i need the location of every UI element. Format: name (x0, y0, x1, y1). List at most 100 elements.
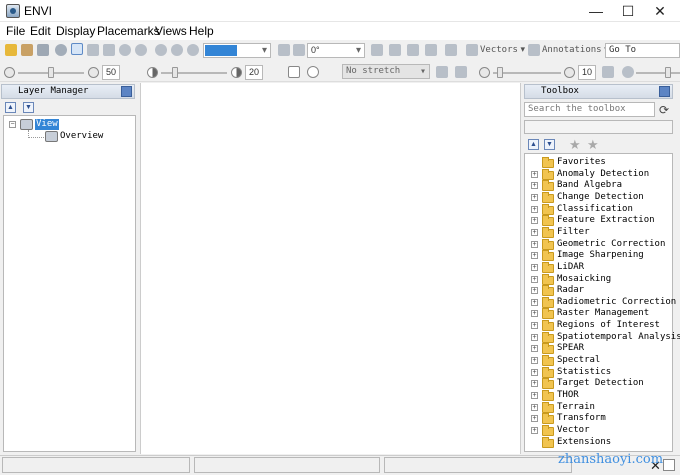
remove-favorite-star-icon[interactable]: ★ (587, 137, 599, 153)
log-window-icon[interactable] (663, 459, 675, 471)
toolbox-expand-toggle[interactable]: + (531, 298, 538, 306)
toolbox-expand-toggle[interactable]: + (531, 403, 538, 411)
menu-views[interactable]: Views (155, 24, 187, 38)
toolbox-item[interactable]: + Spatiotemporal Analysis (525, 331, 680, 343)
sharpen-slider-track[interactable] (493, 72, 561, 74)
fly-icon[interactable] (103, 44, 115, 56)
toolbox-item[interactable]: + Mosaicking (525, 273, 672, 285)
stretch-apply-icon[interactable] (436, 66, 448, 78)
refresh-icon[interactable]: ⟳ (659, 103, 669, 117)
toolbox-item[interactable]: + Transform (525, 413, 672, 425)
toolbox-item[interactable]: + LiDAR (525, 261, 672, 273)
contrast-slider-track[interactable] (161, 72, 227, 74)
toolbox-expand-toggle[interactable]: + (531, 345, 538, 353)
toolbox-item[interactable]: + Image Sharpening (525, 250, 672, 262)
stretch-dropdown[interactable]: No stretch (342, 64, 430, 79)
flicker-icon[interactable] (425, 44, 437, 56)
contrast-value[interactable]: 20 (245, 65, 263, 80)
toolbox-expand-toggle[interactable]: + (531, 217, 538, 225)
zoom-icon[interactable] (135, 44, 147, 56)
portal-icon[interactable] (445, 44, 457, 56)
flip-icon[interactable] (389, 44, 401, 56)
contrast-slider-thumb[interactable] (172, 67, 178, 78)
collapse-all-button[interactable]: ▲ (5, 102, 16, 113)
pan-hand-icon[interactable] (87, 44, 99, 56)
toolbox-expand-toggle[interactable]: + (531, 287, 538, 295)
vectors-menu[interactable]: Vectors ▾ (480, 44, 525, 55)
toolbox-item[interactable]: + Change Detection (525, 191, 672, 203)
close-button[interactable]: ✕ (644, 0, 676, 22)
opacity-slider-track[interactable] (636, 72, 680, 74)
region-select-icon[interactable] (288, 66, 300, 78)
toolbox-expand-toggle[interactable]: + (531, 415, 538, 423)
transparency-icon[interactable] (602, 66, 614, 78)
swipe-icon[interactable] (407, 44, 419, 56)
select-arrow-icon[interactable] (71, 43, 83, 55)
layer-view[interactable]: View (35, 119, 59, 130)
toolbox-expand-toggle[interactable]: + (531, 263, 538, 271)
maximize-button[interactable]: ☐ (612, 0, 644, 22)
sharpen-value[interactable]: 10 (578, 65, 596, 80)
rotate-icon[interactable] (119, 44, 131, 56)
data-manager-icon[interactable] (21, 44, 33, 56)
pin-icon[interactable] (55, 44, 67, 56)
toolbox-expand-toggle[interactable]: + (531, 228, 538, 236)
menu-file[interactable]: File (6, 24, 25, 38)
image-view-area[interactable] (140, 83, 521, 454)
toolbox-item[interactable]: Favorites (525, 157, 672, 168)
toolbox-item[interactable]: + SPEAR (525, 343, 672, 355)
open-folder-icon[interactable] (5, 44, 17, 56)
toolbox-item[interactable]: + Terrain (525, 401, 672, 413)
toolbox-expand-toggle[interactable]: + (531, 322, 538, 330)
rotation-dropdown[interactable]: 0° (307, 43, 365, 58)
toolbox-item[interactable]: + THOR (525, 390, 672, 401)
toolbox-expand-toggle[interactable]: + (531, 240, 538, 248)
toolbox-item[interactable]: + Band Algebra (525, 180, 672, 192)
toolbox-expand-toggle[interactable]: + (531, 170, 538, 178)
toolbox-item[interactable]: + Vector (525, 424, 672, 436)
view-collapse-toggle[interactable]: − (9, 121, 16, 128)
rotate-right-icon[interactable] (293, 44, 305, 56)
add-favorite-star-icon[interactable]: ★ (569, 137, 581, 153)
zoom-out-icon[interactable] (171, 44, 183, 56)
toolbox-expand-button[interactable]: ▼ (544, 139, 555, 150)
contrast-reset-icon[interactable] (231, 67, 242, 78)
expand-all-button[interactable]: ▼ (23, 102, 34, 113)
opacity-slider-thumb[interactable] (665, 67, 671, 78)
toolbox-item[interactable]: + Raster Management (525, 308, 672, 320)
toolbox-item[interactable]: + Regions of Interest (525, 320, 672, 332)
toolbox-item[interactable]: Extensions (525, 436, 672, 448)
chip-view-icon[interactable] (37, 44, 49, 56)
north-arrow-icon[interactable] (371, 44, 383, 56)
toolbox-expand-toggle[interactable]: + (531, 380, 538, 388)
brightness-value[interactable]: 50 (102, 65, 120, 80)
toolbox-expand-toggle[interactable]: + (531, 182, 538, 190)
minimize-button[interactable]: — (580, 0, 612, 22)
toolbox-item[interactable]: + Target Detection (525, 378, 672, 390)
toolbox-item[interactable]: + Statistics (525, 366, 672, 378)
toolbox-expand-toggle[interactable]: + (531, 205, 538, 213)
toolbox-expand-toggle[interactable]: + (531, 392, 538, 399)
sharpen-reset-icon[interactable] (564, 67, 575, 78)
toolbox-expand-toggle[interactable]: + (531, 193, 538, 201)
toolbox-expand-toggle[interactable]: + (531, 333, 538, 341)
toolbox-expand-toggle[interactable]: + (531, 310, 538, 318)
layer-manager-pin-icon[interactable] (121, 86, 132, 97)
annotations-icon[interactable] (528, 44, 540, 56)
brightness-slider-thumb[interactable] (48, 67, 54, 78)
toolbox-search-input[interactable]: Search the toolbox (524, 102, 655, 117)
toolbox-item[interactable]: + Geometric Correction (525, 238, 672, 250)
toolbox-expand-toggle[interactable]: + (531, 368, 538, 376)
layer-overview[interactable]: Overview (60, 131, 103, 142)
toolbox-item[interactable]: + Spectral (525, 355, 672, 367)
crosshair-icon[interactable] (307, 66, 319, 78)
menu-display[interactable]: Display (56, 24, 95, 38)
menu-edit[interactable]: Edit (30, 24, 51, 38)
toolbox-item[interactable]: + Classification (525, 203, 672, 215)
toolbox-item[interactable]: + Anomaly Detection (525, 168, 672, 180)
annotations-menu[interactable]: Annotations ▾ (542, 44, 609, 55)
vectors-icon[interactable] (466, 44, 478, 56)
toolbox-item[interactable]: + Feature Extraction (525, 215, 672, 227)
toolbox-collapse-button[interactable]: ▲ (528, 139, 539, 150)
opacity-icon[interactable] (622, 66, 634, 78)
